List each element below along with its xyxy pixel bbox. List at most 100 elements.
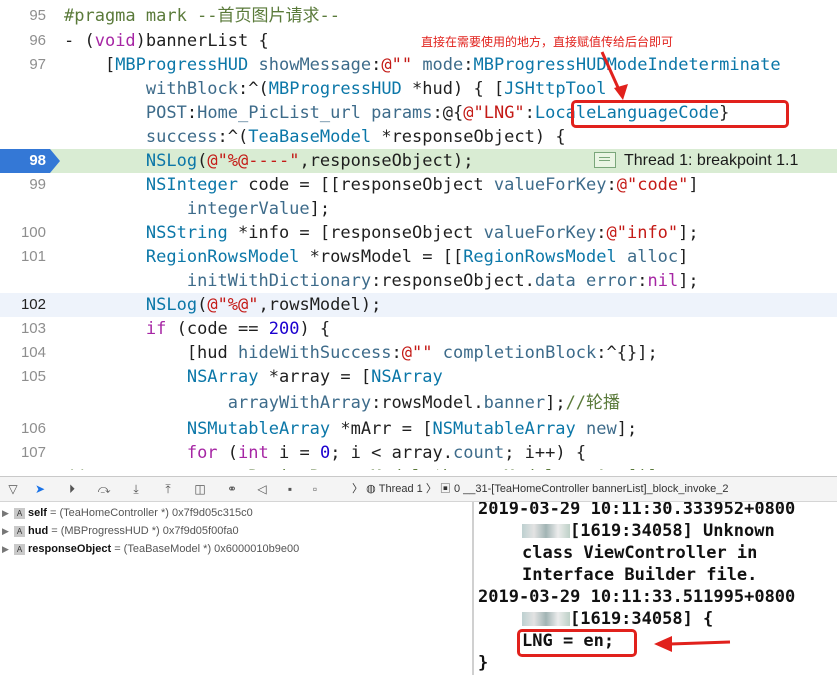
code-text: for (int i = 0; i < array.count; i++) {: [186, 443, 587, 463]
line-number[interactable]: 106: [0, 417, 46, 441]
frame-label: 0 __31-[TeaHomeController bannerList]_bl…: [453, 483, 729, 495]
continue-icon[interactable]: ⏵: [62, 480, 82, 498]
code-text: NSArray *array = [NSArray: [186, 367, 443, 387]
console-line: class ViewController in: [522, 543, 758, 563]
code-line[interactable]: arrayWithArray:rowsModel.banner];//轮播: [0, 391, 837, 415]
code-line[interactable]: 100 NSString *info = [responseObject val…: [0, 221, 837, 245]
memory-graph-icon[interactable]: ⚭: [222, 480, 242, 498]
code-text: [MBProgressHUD showMessage:@"" mode:MBPr…: [64, 55, 781, 75]
line-number[interactable]: 97: [0, 53, 46, 77]
code-text: NSLog(@"%@----",responseObject);: [145, 151, 474, 171]
line-number[interactable]: 102: [0, 293, 46, 317]
highlight-box-lng: [517, 629, 637, 657]
variable-name: responseObject: [28, 543, 112, 555]
line-number[interactable]: 100: [0, 221, 46, 245]
variable-badge: A: [14, 507, 25, 519]
code-line[interactable]: 106 NSMutableArray *mArr = [NSMutableArr…: [0, 417, 837, 441]
hide-debug-area-icon[interactable]: ▽: [3, 480, 23, 498]
line-number[interactable]: 99: [0, 173, 46, 197]
code-text: NSInteger code = [[responseObject valueF…: [145, 175, 699, 195]
thread-label: Thread 1: [378, 483, 423, 495]
code-line[interactable]: 102 NSLog(@"%@",rowsModel);: [0, 293, 837, 317]
console-output[interactable]: 2019-03-29 10:11:30.333952+0800 [1619:34…: [476, 502, 837, 675]
console-line: 2019-03-29 10:11:33.511995+0800: [478, 587, 796, 607]
console-line: 2019-03-29 10:11:30.333952+0800: [478, 502, 796, 519]
redacted-process-name: [522, 612, 570, 626]
line-number[interactable]: 96: [0, 29, 46, 53]
debug-splitter[interactable]: [472, 502, 474, 675]
code-line[interactable]: 103 if (code == 200) {: [0, 317, 837, 341]
code-text: - (void)bannerList {: [64, 31, 269, 51]
view-hierarchy-icon[interactable]: ◫: [190, 480, 210, 498]
code-line[interactable]: 101 RegionRowsModel *rowsModel = [[Regio…: [0, 245, 837, 269]
line-number[interactable]: 108: [0, 465, 46, 470]
debug-scheme-icon[interactable]: ▪: [280, 480, 300, 498]
code-text: initWithDictionary:responseObject.data e…: [186, 271, 699, 291]
line-number[interactable]: 103: [0, 317, 46, 341]
chevron-right-icon: 〉: [352, 483, 363, 495]
line-number[interactable]: 101: [0, 245, 46, 269]
step-into-icon[interactable]: ⤓: [126, 480, 146, 498]
line-number[interactable]: 107: [0, 441, 46, 465]
step-out-icon[interactable]: ⤒: [158, 480, 178, 498]
variable-value: = (TeaHomeController *) 0x7f9d05c315c0: [50, 507, 253, 519]
code-line[interactable]: 97 [MBProgressHUD showMessage:@"" mode:M…: [0, 53, 837, 77]
variable-name: self: [28, 507, 47, 519]
variable-badge: A: [14, 543, 25, 555]
variable-value: = (MBProgressHUD *) 0x7f9d05f00fa0: [51, 525, 239, 537]
code-line[interactable]: 107 for (int i = 0; i < array.count; i++…: [0, 441, 837, 465]
code-line[interactable]: 96 - (void)bannerList {: [0, 29, 837, 53]
console-line: }: [478, 653, 489, 673]
breakpoint-annotation: Thread 1: breakpoint 1.1: [594, 151, 798, 171]
code-text: [hud hideWithSuccess:@"" completionBlock…: [64, 343, 658, 363]
step-over-icon[interactable]: ⤼: [94, 480, 114, 498]
code-line[interactable]: 104 [hud hideWithSuccess:@"" completionB…: [0, 341, 837, 365]
code-text: RegionRowsModel *rowsModel = [[RegionRow…: [145, 247, 689, 267]
code-text: NSMutableArray *mArr = [NSMutableArray n…: [186, 419, 638, 439]
variables-view[interactable]: ▶ Aself = (TeaHomeController *) 0x7f9d05c…: [0, 502, 472, 675]
code-line[interactable]: 108 // RegionBannerModel *bannerModel = m…: [0, 465, 837, 470]
code-line[interactable]: 105 NSArray *array = [NSArray: [0, 365, 837, 389]
code-text: arrayWithArray:rowsModel.banner];//轮播: [227, 393, 621, 413]
code-line[interactable]: 99 NSInteger code = [[responseObject val…: [0, 173, 837, 197]
thread-stack-icon: [594, 151, 616, 168]
variable-name: hud: [28, 525, 49, 537]
disclosure-triangle-icon[interactable]: ▶: [2, 540, 12, 558]
variable-row[interactable]: ▶ Ahud = (MBProgressHUD *) 0x7f9d05f00fa0: [0, 522, 239, 540]
line-number[interactable]: 95: [0, 4, 46, 28]
chevron-right-icon: 〉: [425, 483, 437, 495]
code-line[interactable]: withBlock:^(MBProgressHUD *hud) { [JSHtt…: [0, 77, 837, 101]
annotation-arrow-console: [654, 636, 731, 652]
variable-row[interactable]: ▶ AresponseObject = (TeaBaseModel *) 0x60…: [0, 540, 299, 558]
disclosure-triangle-icon[interactable]: ▶: [2, 504, 12, 522]
code-text: NSString *info = [responseObject valueFo…: [145, 223, 699, 243]
redacted-process-name: [522, 524, 570, 538]
code-line[interactable]: integerValue];: [0, 197, 837, 221]
code-line[interactable]: 98 NSLog(@"%@----",responseObject); Threa…: [0, 149, 837, 173]
line-number[interactable]: 105: [0, 365, 46, 389]
variable-badge: A: [14, 525, 25, 537]
variable-row[interactable]: ▶ Aself = (TeaHomeController *) 0x7f9d05c…: [0, 504, 253, 522]
code-line[interactable]: 95 #pragma mark --首页图片请求--: [0, 4, 837, 28]
console-line: [1619:34058] {: [522, 608, 713, 630]
annotation-arrow-top: [600, 51, 628, 100]
code-text: #pragma mark --首页图片请求--: [64, 6, 340, 26]
code-text: success:^(TeaBaseModel *responseObject) …: [145, 127, 566, 147]
code-text: withBlock:^(MBProgressHUD *hud) { [JSHtt…: [145, 79, 607, 99]
disclosure-triangle-icon[interactable]: ▶: [2, 522, 12, 540]
code-line[interactable]: success:^(TeaBaseModel *responseObject) …: [0, 125, 837, 149]
code-editor[interactable]: 95 #pragma mark --首页图片请求-- 96 - (void)banne…: [0, 0, 837, 470]
frame-icon: ▣: [439, 483, 451, 495]
app-icon[interactable]: ▫: [305, 480, 325, 498]
location-icon[interactable]: ◁: [252, 480, 272, 498]
code-text: NSLog(@"%@",rowsModel);: [145, 295, 382, 315]
line-number: 98: [29, 152, 46, 169]
code-text: integerValue];: [186, 199, 331, 219]
line-number[interactable]: 104: [0, 341, 46, 365]
debug-breadcrumb[interactable]: 〉 ◍ Thread 1 〉 ▣ 0 __31-[TeaHomeControll…: [352, 481, 729, 497]
thread-icon: ◍: [366, 483, 376, 495]
code-text: // RegionBannerModel *bannerModel = mArr…: [64, 465, 668, 470]
breakpoints-toggle-icon[interactable]: ➤: [30, 480, 50, 498]
debug-toolbar: ▽ ➤ ⏵ ⤼ ⤓ ⤒ ◫ ⚭ ◁ ▪ ▫ 〉 ◍ Thread 1 〉 ▣ 0…: [0, 476, 837, 502]
code-line[interactable]: initWithDictionary:responseObject.data e…: [0, 269, 837, 293]
